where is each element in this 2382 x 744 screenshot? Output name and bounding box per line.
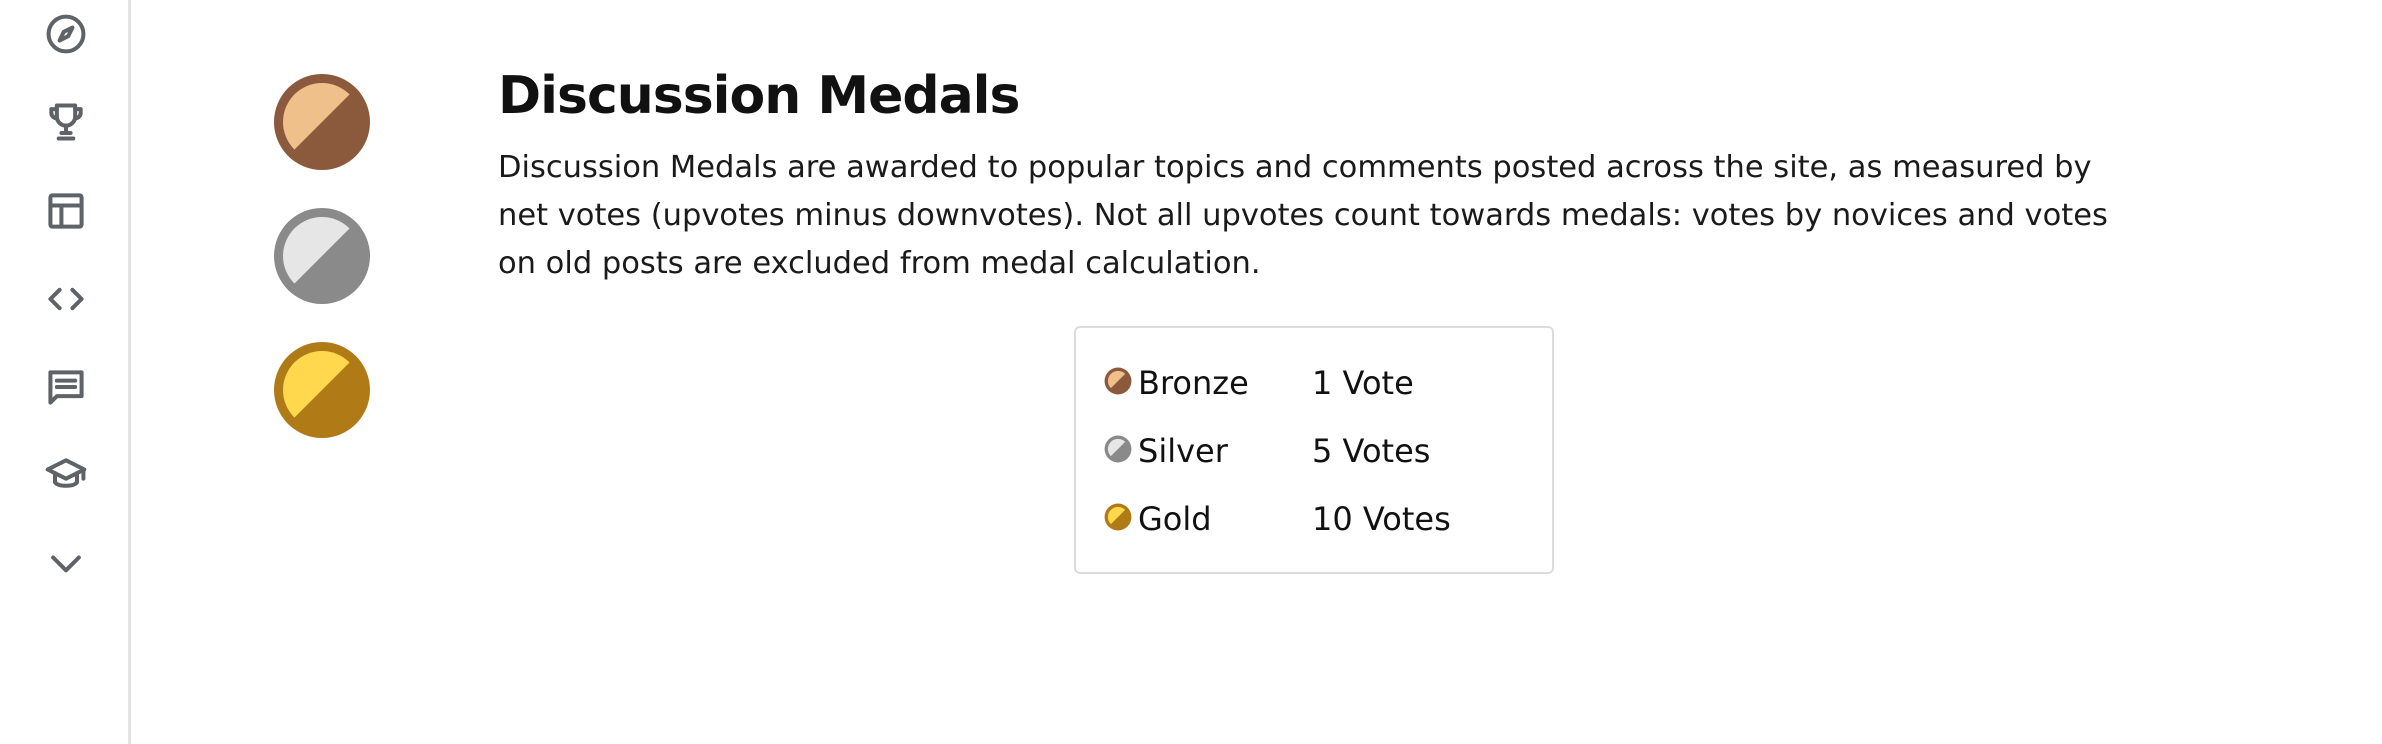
silver-medal-large (272, 206, 372, 306)
medal-votes: 1 Vote (1312, 364, 1414, 402)
medal-thresholds-table: Bronze 1 Vote Silver 5 Votes Gold 10 Vot… (1074, 326, 1554, 574)
page-title: Discussion Medals (498, 66, 1020, 126)
nav-code[interactable] (40, 273, 92, 325)
gold-medal-icon (1104, 503, 1132, 531)
chevron-down-icon (51, 555, 81, 573)
medals-description: Discussion Medals are awarded to popular… (498, 150, 2108, 281)
medal-row-gold: Gold 10 Votes (1104, 494, 1451, 544)
nav-datasets[interactable] (40, 185, 92, 237)
bronze-medal-large (272, 72, 372, 172)
medal-name: Gold (1138, 500, 1212, 538)
nav-learn[interactable] (40, 449, 92, 501)
nav-more[interactable] (40, 537, 92, 589)
silver-medal-icon (274, 208, 370, 304)
bronze-medal-icon (1104, 367, 1132, 395)
medal-row-bronze: Bronze 1 Vote (1104, 358, 1414, 408)
gold-medal-large (272, 340, 372, 440)
nav-explore[interactable] (40, 8, 92, 60)
comments-icon (48, 370, 84, 405)
medal-row-silver: Silver 5 Votes (1104, 426, 1430, 476)
medal-votes: 5 Votes (1312, 432, 1431, 470)
left-sidebar (0, 0, 131, 744)
medal-votes: 10 Votes (1312, 500, 1451, 538)
medal-name: Silver (1138, 432, 1228, 470)
gold-medal-icon (274, 342, 370, 438)
trophy-icon (49, 103, 83, 141)
code-icon (48, 287, 84, 311)
bronze-medal-icon (274, 74, 370, 170)
table-icon (48, 193, 84, 229)
silver-medal-icon (1104, 435, 1132, 463)
graduation-cap-icon (45, 458, 87, 488)
nav-leaderboards[interactable] (40, 96, 92, 148)
nav-discussions[interactable] (40, 361, 92, 413)
compass-icon (46, 14, 86, 54)
medal-name: Bronze (1138, 364, 1249, 402)
